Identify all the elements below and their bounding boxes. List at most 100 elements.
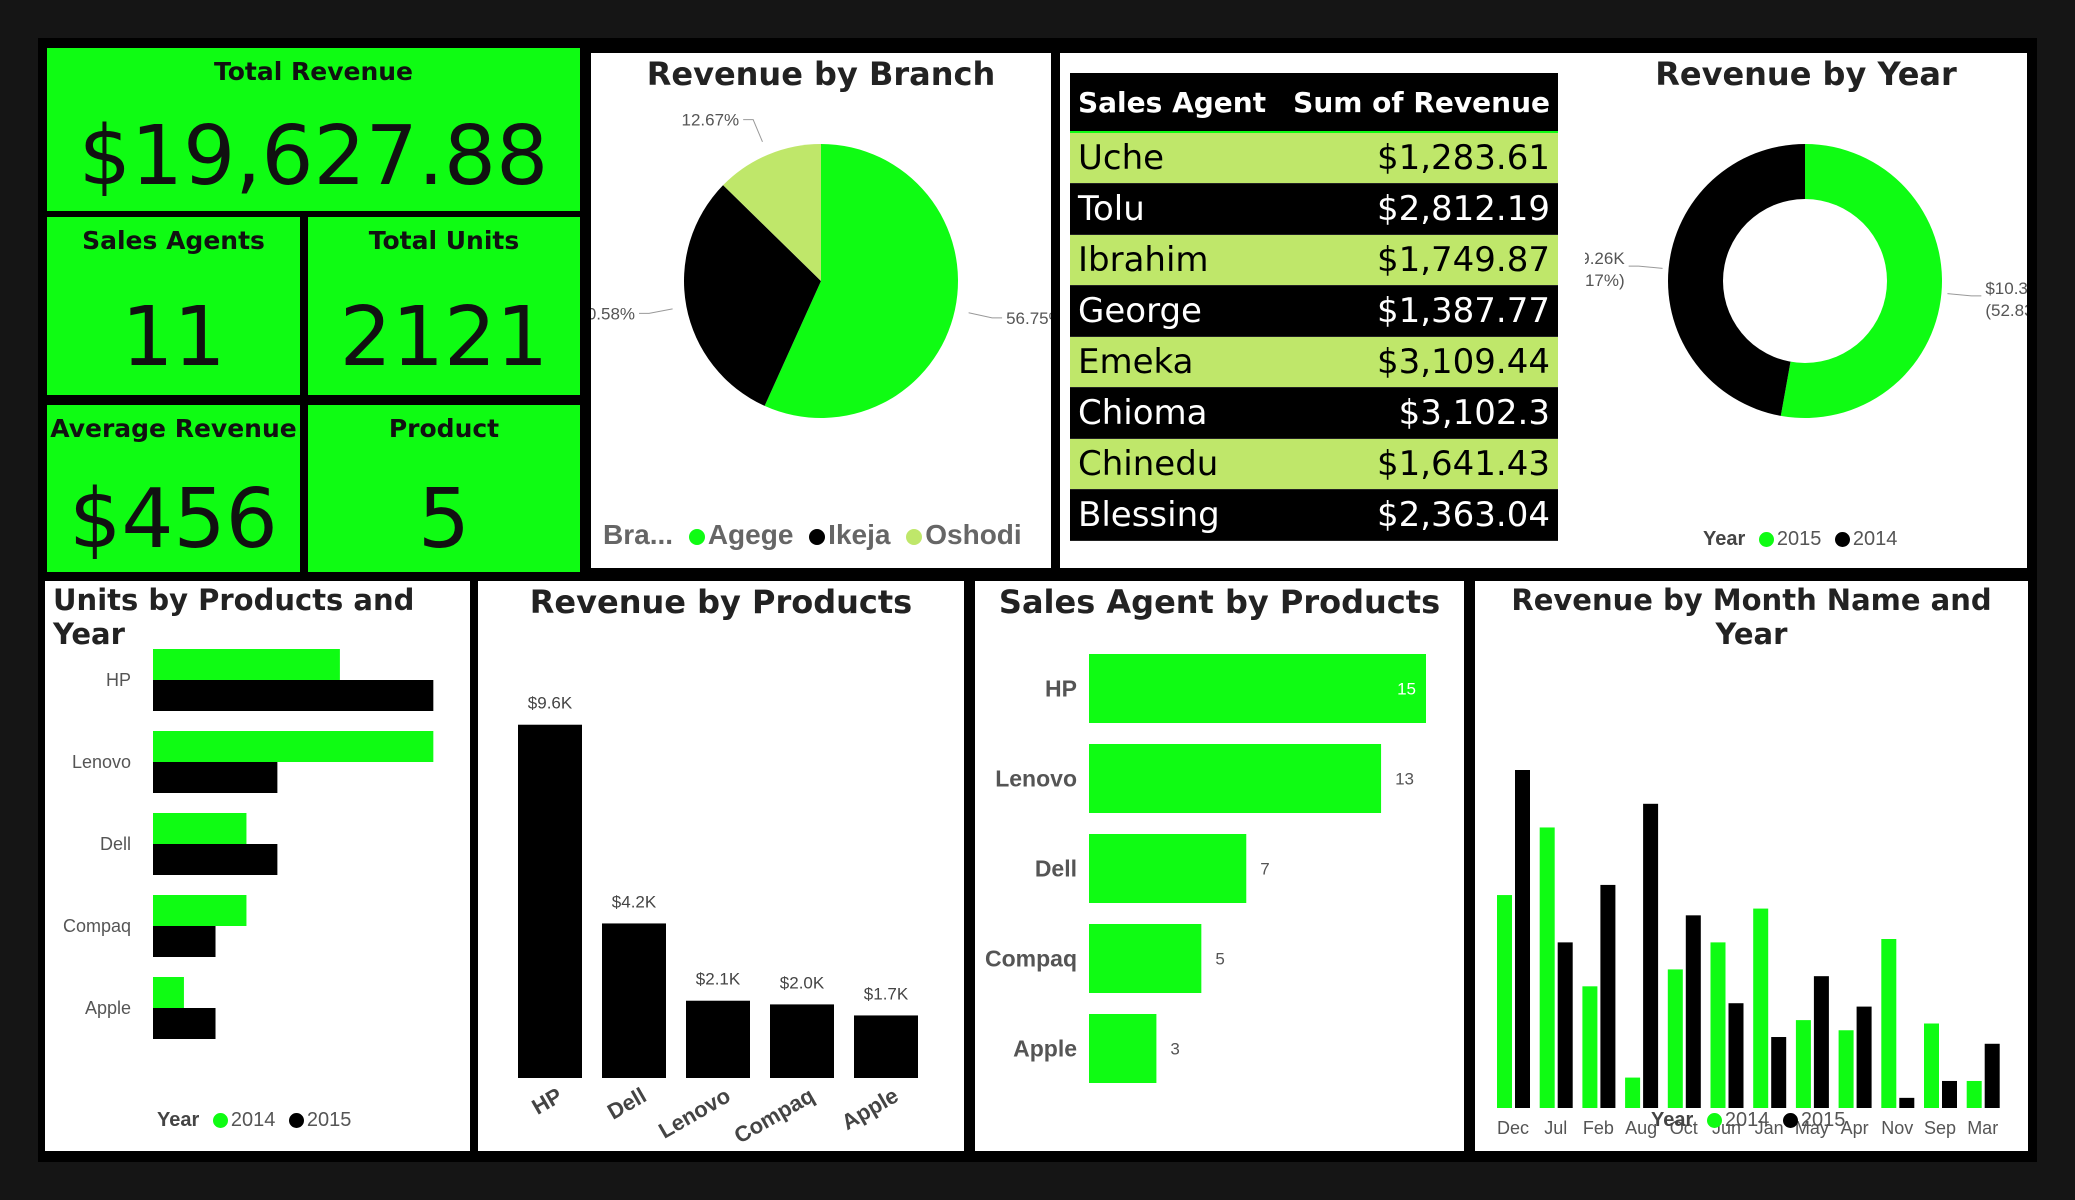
chart-title: Revenue by Year bbox=[1655, 55, 1957, 93]
agent-name-cell: Chioma bbox=[1070, 387, 1279, 439]
bar-lenovo-2014 bbox=[153, 731, 434, 762]
kpi-total-units-value: 2121 bbox=[339, 290, 549, 385]
legend-dot-2015 bbox=[1782, 1113, 1798, 1129]
bar-compaq-2015 bbox=[153, 926, 216, 957]
kpi-total-revenue-value: $19,627.88 bbox=[78, 109, 549, 204]
axis-tick-label: HP bbox=[528, 1083, 567, 1120]
table-row[interactable]: Chioma $3,102.3 bbox=[1070, 387, 1558, 439]
bar-dell-2015 bbox=[153, 844, 278, 875]
chart-title: Revenue by Branch bbox=[646, 55, 996, 93]
bar-dell bbox=[1089, 834, 1247, 903]
axis-tick-label: Dec bbox=[1497, 1118, 1529, 1138]
bar-apple bbox=[1089, 1014, 1157, 1083]
donut-value-label: $10.37K bbox=[1985, 279, 2027, 298]
kpi-total-revenue: Total Revenue $19,627.88 bbox=[47, 48, 580, 211]
table-row[interactable]: Emeka $3,109.44 bbox=[1070, 336, 1558, 388]
bar-data-label: $9.6K bbox=[528, 694, 573, 713]
agent-name-cell: Chinedu bbox=[1070, 438, 1279, 490]
table-row[interactable]: Blessing $2,363.04 bbox=[1070, 489, 1558, 541]
donut-percent-label: (47.17%) bbox=[1585, 271, 1625, 290]
bar-lenovo bbox=[686, 1000, 750, 1078]
bar-data-label: 15 bbox=[1397, 680, 1416, 699]
legend-label-2015: 2015 bbox=[306, 1109, 352, 1131]
table-row[interactable]: Chinedu $1,641.43 bbox=[1070, 438, 1558, 490]
agent-revenue-cell: $2,812.19 bbox=[1278, 183, 1558, 235]
bar-dell-2014 bbox=[153, 813, 247, 844]
table-row[interactable]: George $1,387.77 bbox=[1070, 285, 1558, 337]
month-legend: Year 2014 2015 bbox=[1651, 1109, 1845, 1132]
table-row[interactable]: Uche $1,283.61 bbox=[1070, 132, 1558, 184]
legend-title: Year bbox=[157, 1109, 200, 1131]
bar-jun-2014 bbox=[1710, 942, 1726, 1108]
kpi-product: Product 5 bbox=[308, 405, 580, 572]
panel-revenue-by-year: Revenue by Year $10.37K (52.83%) $9.26K (47… bbox=[1585, 53, 2027, 568]
agent-revenue-cell: $3,102.3 bbox=[1278, 387, 1558, 439]
chart-title: Sales Agent by Products bbox=[998, 583, 1441, 621]
bar-lenovo-2015 bbox=[153, 762, 278, 793]
bar-data-label: 13 bbox=[1395, 770, 1414, 789]
bar-hp-2015 bbox=[153, 680, 434, 711]
chart-title: Revenue by Products bbox=[529, 583, 913, 621]
kpi-average-revenue-value: $456 bbox=[69, 472, 278, 567]
axis-tick-label: HP bbox=[1045, 676, 1077, 702]
bar-hp bbox=[518, 724, 582, 1078]
bar-data-label: $4.2K bbox=[612, 892, 657, 911]
donut-leader-line bbox=[1628, 265, 1663, 269]
axis-tick-label: Apple bbox=[85, 998, 131, 1018]
axis-tick-label: Lenovo bbox=[995, 766, 1077, 792]
agent-name-cell: Uche bbox=[1070, 132, 1279, 184]
legend-dot-2015 bbox=[288, 1113, 304, 1129]
bar-nov-2014 bbox=[1881, 939, 1897, 1108]
header-sum-of-revenue[interactable]: Sum of Revenue bbox=[1278, 73, 1558, 133]
axis-tick-label: Dell bbox=[1035, 856, 1077, 882]
bar-jul-2015 bbox=[1557, 942, 1573, 1108]
bar-compaq bbox=[770, 1004, 834, 1078]
bar-jun-2015 bbox=[1728, 1003, 1744, 1108]
kpi-average-revenue-label: Average Revenue bbox=[50, 414, 297, 443]
bar-apple-2014 bbox=[153, 977, 184, 1008]
kpi-total-revenue-label: Total Revenue bbox=[213, 57, 413, 86]
bar-apr-2015 bbox=[1856, 1006, 1872, 1108]
table-row[interactable]: Tolu $2,812.19 bbox=[1070, 183, 1558, 235]
axis-tick-label: Dell bbox=[100, 834, 131, 854]
pie-data-label: 12.67% bbox=[681, 113, 739, 130]
header-sales-agent[interactable]: Sales Agent bbox=[1070, 73, 1279, 133]
bar-dec-2014 bbox=[1497, 895, 1512, 1108]
bar-nov-2015 bbox=[1899, 1097, 1915, 1108]
axis-tick-label: Jul bbox=[1544, 1118, 1567, 1138]
kpi-product-label: Product bbox=[388, 414, 500, 443]
pie-leader-line bbox=[639, 308, 673, 314]
kpi-product-value: 5 bbox=[417, 472, 471, 567]
axis-tick-label: Apple bbox=[837, 1083, 902, 1135]
donut-value-label: $9.26K bbox=[1585, 249, 1625, 268]
bar-data-label: $2.1K bbox=[696, 970, 741, 989]
legend-dot-2015 bbox=[1758, 532, 1774, 548]
bar-feb-2015 bbox=[1600, 884, 1616, 1108]
bar-hp bbox=[1089, 654, 1426, 723]
bar-feb-2014 bbox=[1582, 986, 1598, 1108]
table-row[interactable]: Ibrahim $1,749.87 bbox=[1070, 234, 1558, 286]
panel-revenue-by-branch: Revenue by Branch 56.75% 30.58% 12.67% Bra… bbox=[591, 53, 1051, 568]
bar-compaq bbox=[1089, 924, 1202, 993]
kpi-sales-agents: Sales Agents 11 bbox=[47, 217, 300, 395]
bar-apple bbox=[854, 1015, 918, 1078]
bar-dec-2015 bbox=[1515, 770, 1530, 1108]
bar-apple-2015 bbox=[153, 1008, 216, 1039]
agent-revenue-cell: $1,387.77 bbox=[1278, 285, 1558, 337]
axis-tick-label: HP bbox=[106, 670, 131, 690]
agent-revenue-cell: $3,109.44 bbox=[1278, 336, 1558, 388]
axis-tick-label: Mar bbox=[1967, 1118, 1998, 1138]
legend-label-ikeja: Ikeja bbox=[828, 519, 891, 550]
legend-dot-ikeja bbox=[809, 528, 826, 545]
kpi-average-revenue: Average Revenue $456 bbox=[47, 405, 300, 572]
axis-tick-label: Feb bbox=[1583, 1118, 1614, 1138]
legend-label-2014: 2014 bbox=[1724, 1109, 1770, 1131]
bar-aug-2015 bbox=[1643, 803, 1659, 1108]
bar-compaq-2014 bbox=[153, 895, 247, 926]
bar-may-2015 bbox=[1813, 976, 1829, 1108]
bar-jan-2014 bbox=[1753, 908, 1769, 1108]
legend-label-2015: 2015 bbox=[1800, 1109, 1846, 1131]
bar-jul-2014 bbox=[1539, 827, 1555, 1108]
bar-data-label: $2.0K bbox=[780, 973, 825, 992]
agent-revenue-cell: $1,749.87 bbox=[1278, 234, 1558, 286]
